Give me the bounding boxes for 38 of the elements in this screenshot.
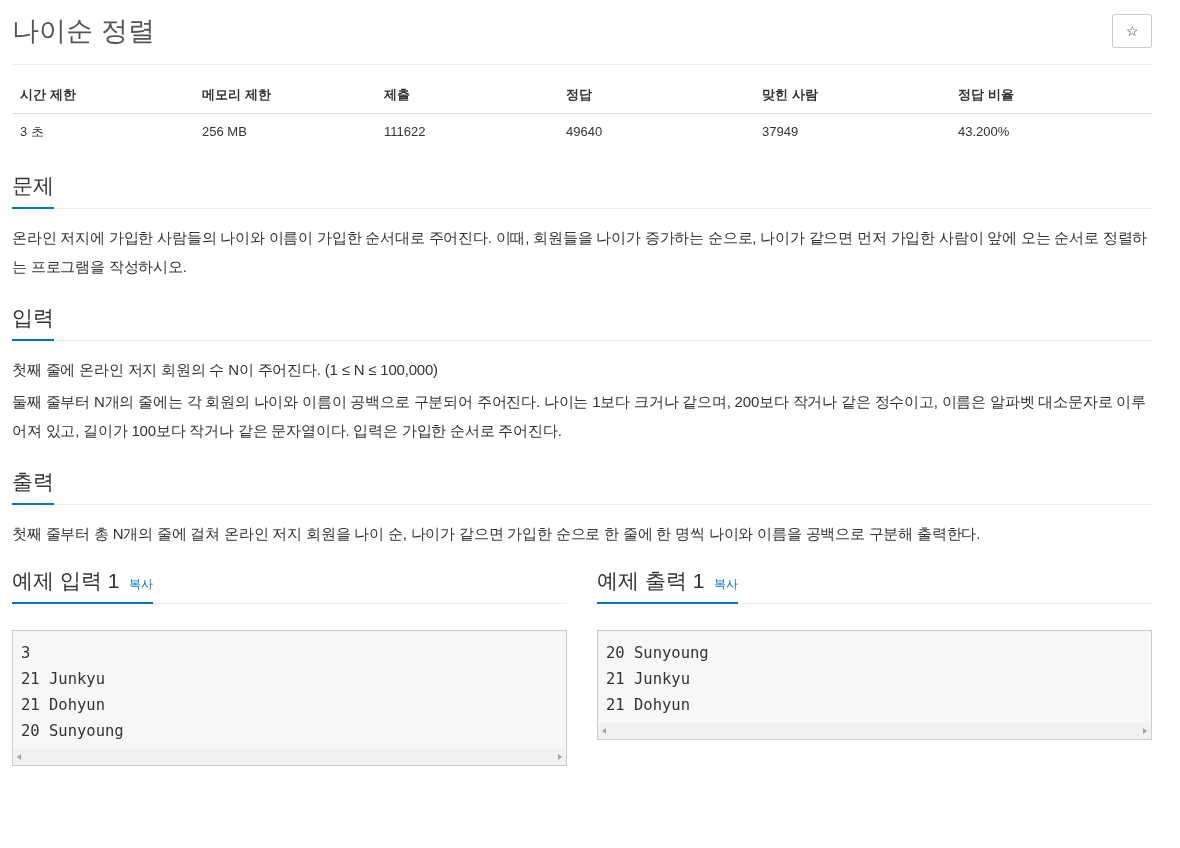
horizontal-scrollbar[interactable] (598, 723, 1151, 739)
star-button[interactable]: ☆ (1112, 14, 1152, 48)
code-line: 21 Junkyu (606, 669, 691, 690)
scroll-left-icon[interactable] (602, 728, 606, 734)
code-line: 20 Sunyoung (606, 643, 710, 664)
table-cell-text: 256 MB (202, 122, 248, 141)
copy-link[interactable]: 복사 (129, 575, 154, 593)
horizontal-scrollbar[interactable] (13, 749, 566, 765)
scroll-left-icon[interactable] (17, 754, 21, 760)
table-cell-text: 37949 (762, 122, 800, 141)
paragraph: 온라인 저지에 가입한 사람들의 나이와 이름이 가입한 순서대로 주어진다. 이때, 회원들을 나이가 증가하는 순으로, 나이가 같으면 먼저 가입한 사람이 앞에 오는 순서로 정렬하는 프로그램을 작성하시오. (12, 228, 1149, 277)
section-heading: 예제 출력 1 (597, 568, 705, 594)
copy-link[interactable]: 복사 (714, 575, 739, 593)
table-header-cell-text: 제출 (384, 86, 411, 104)
table-cell-text: 43.200% (958, 122, 1011, 141)
table-header-cell-text: 정답 비율 (958, 86, 1015, 104)
problem-title: 나이순 정렬 (12, 15, 155, 48)
paragraph: 첫째 줄에 온라인 저지 회원의 수 N이 주어진다. (1 ≤ N ≤ 100,000) (12, 360, 439, 380)
code-line: 21 Junkyu (21, 669, 106, 690)
table-header-cell-text: 메모리 제한 (202, 86, 272, 104)
code-line: 21 Dohyun (21, 695, 106, 716)
section-heading: 출력 (12, 469, 54, 495)
table-header-cell-text: 정답 (566, 86, 593, 104)
scroll-right-icon[interactable] (558, 754, 562, 760)
table-cell-text: 3 초 (20, 122, 45, 141)
code-line: 21 Dohyun (606, 695, 691, 716)
section-heading: 예제 입력 1 (12, 568, 120, 594)
table-header-cell-text: 시간 제한 (20, 86, 77, 104)
scroll-right-icon[interactable] (1143, 728, 1147, 734)
paragraph: 첫째 줄부터 총 N개의 줄에 걸쳐 온라인 저지 회원을 나이 순, 나이가 같으면 가입한 순으로 한 줄에 한 명씩 나이와 이름을 공백으로 구분해 출력한다. (12, 524, 982, 544)
paragraph: 둘째 줄부터 N개의 줄에는 각 회원의 나이와 이름이 공백으로 구분되어 주어진다. 나이는 1보다 크거나 같으며, 200보다 작거나 같은 정수이고, 이름은 알파벳 대소문자로 이루어져 있고, 길이가 100보다 작거나 같은 문자열이다. 입력은 가입한 순서로 주어진다. (12, 392, 1147, 441)
table-cell-text: 49640 (566, 122, 604, 141)
section-heading: 입력 (12, 305, 54, 331)
code-line: 20 Sunyoung (21, 721, 125, 742)
section-heading: 문제 (12, 173, 54, 199)
table-cell-text: 111622 (384, 122, 427, 141)
code-line: 3 (21, 643, 32, 664)
table-header-cell-text: 맞힌 사람 (762, 86, 819, 104)
